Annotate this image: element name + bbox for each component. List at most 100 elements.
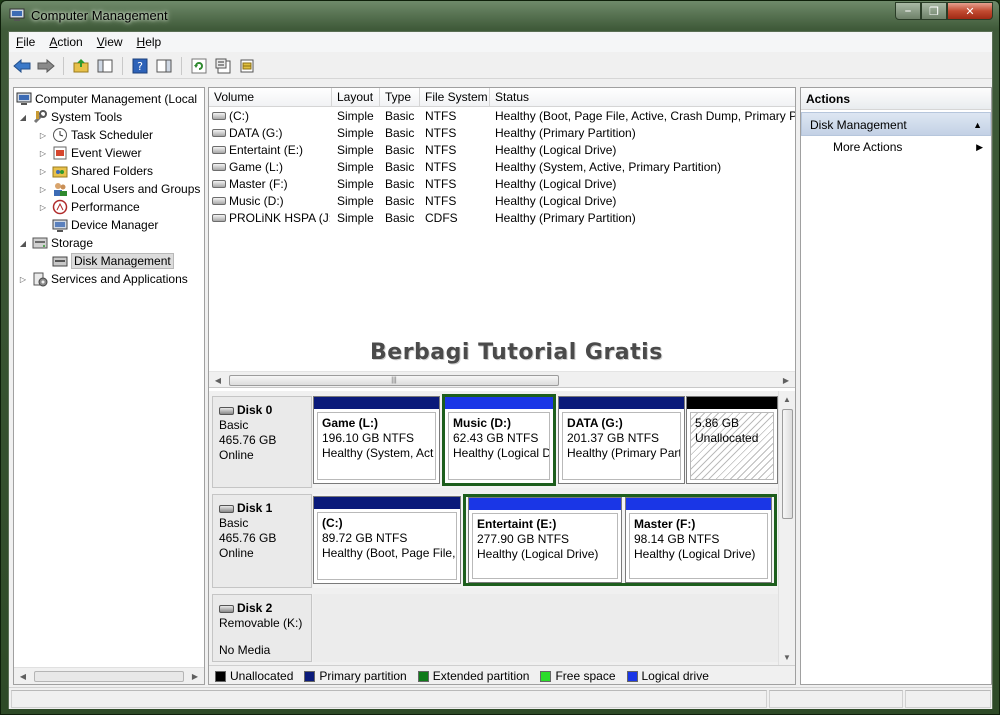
tree-item-device-manager[interactable]: Device Manager xyxy=(52,216,158,234)
table-row[interactable]: Entertaint (E:) Simple Basic NTFS Healthy (L… xyxy=(209,142,795,159)
back-button[interactable] xyxy=(12,56,32,76)
more-actions-item[interactable]: More Actions ▶ xyxy=(801,136,991,158)
tree-item-disk-management[interactable]: Disk Management xyxy=(52,252,174,270)
column-header-layout[interactable]: Layout xyxy=(332,88,380,107)
partition-size: 277.90 GB NTFS xyxy=(477,532,570,546)
scrollbar-thumb[interactable] xyxy=(782,409,793,519)
volume-horizontal-scrollbar[interactable]: ◀ ||| ▶ xyxy=(209,371,795,388)
partition-unallocated[interactable]: 5.86 GB Unallocated xyxy=(686,396,778,484)
show-hide-action-pane-button[interactable] xyxy=(154,56,174,76)
computer-management-icon xyxy=(9,8,25,21)
partition-master[interactable]: Master (F:) 98.14 GB NTFS Healthy (Logic… xyxy=(625,497,772,583)
partition-game[interactable]: Game (L:) 196.10 GB NTFS Healthy (System… xyxy=(313,396,440,484)
client-area: File Action View Help ? Computer Managem… xyxy=(8,31,993,709)
scroll-left-icon[interactable]: ◀ xyxy=(212,374,224,386)
expand-icon[interactable]: ▷ xyxy=(18,275,28,284)
table-row[interactable]: Music (D:) Simple Basic NTFS Healthy (Logica… xyxy=(209,193,795,210)
minimize-button[interactable]: ⎯ xyxy=(895,2,921,20)
table-row[interactable]: DATA (G:) Simple Basic NTFS Healthy (Primary… xyxy=(209,125,795,142)
tree-item-services[interactable]: ▷ Services and Applications xyxy=(18,270,188,288)
cell-layout: Simple xyxy=(337,159,381,176)
expand-icon[interactable]: ▷ xyxy=(38,149,48,158)
users-icon xyxy=(52,181,68,197)
menu-view[interactable]: View xyxy=(90,35,130,49)
scrollbar-thumb[interactable]: ||| xyxy=(229,375,559,386)
properties-button[interactable] xyxy=(213,56,233,76)
menu-help-rest: elp xyxy=(145,35,162,49)
expand-icon[interactable]: ▷ xyxy=(38,167,48,176)
disk-0-state: Online xyxy=(219,448,254,462)
removable-disk-icon xyxy=(219,604,234,613)
expand-icon[interactable]: ▷ xyxy=(38,185,48,194)
scroll-left-icon[interactable]: ◀ xyxy=(17,670,29,682)
maximize-button[interactable]: ❐ xyxy=(921,2,947,20)
forward-button[interactable] xyxy=(36,56,56,76)
menu-help[interactable]: Help xyxy=(130,35,169,49)
unallocated-bar xyxy=(687,397,777,409)
tree-item-root[interactable]: Computer Management (Local xyxy=(16,90,197,108)
close-button[interactable]: ✕ xyxy=(947,2,993,20)
console-tree-icon xyxy=(97,59,113,72)
tree-item-task-scheduler[interactable]: ▷ Task Scheduler xyxy=(38,126,153,144)
logical-drive-bar xyxy=(469,498,621,510)
column-header-type[interactable]: Type xyxy=(380,88,420,107)
cell-text: Music (D:) xyxy=(229,194,284,208)
disk-vertical-scrollbar[interactable]: ▲ ▼ xyxy=(778,391,795,665)
tree-item-system-tools[interactable]: ◢ System Tools xyxy=(18,108,122,126)
disk-0-label[interactable]: Disk 0 Basic 465.76 GB Online xyxy=(212,396,312,488)
computer-icon xyxy=(16,91,32,107)
export-list-button[interactable] xyxy=(237,56,257,76)
actions-section-disk-management[interactable]: Disk Management ▲ xyxy=(801,112,991,136)
expand-icon[interactable]: ▷ xyxy=(38,203,48,212)
scroll-up-icon[interactable]: ▲ xyxy=(781,393,793,405)
expand-icon[interactable]: ▷ xyxy=(38,131,48,140)
tree-horizontal-scrollbar[interactable]: ◀ ▶ xyxy=(14,667,204,684)
scroll-down-icon[interactable]: ▼ xyxy=(781,651,793,663)
disk-2-label[interactable]: Disk 2 Removable (K:) No Media xyxy=(212,594,312,662)
title-bar[interactable]: Computer Management ⎯ ❐ ✕ xyxy=(1,1,999,31)
table-row[interactable]: Master (F:) Simple Basic NTFS Healthy (Logic… xyxy=(209,176,795,193)
help-button[interactable]: ? xyxy=(130,56,150,76)
disk-1-state: Online xyxy=(219,546,254,560)
table-row[interactable]: PROLiNK HSPA (J:) Simple Basic CDFS Healthy … xyxy=(209,210,795,227)
menu-action[interactable]: Action xyxy=(42,35,89,49)
tree-item-event-viewer[interactable]: ▷ Event Viewer xyxy=(38,144,142,162)
cell-volume: Game (L:) xyxy=(212,159,330,176)
actions-pane: Actions Disk Management ▲ More Actions ▶ xyxy=(800,87,992,685)
extended-partition[interactable]: Entertaint (E:) 277.90 GB NTFS Healthy (… xyxy=(463,494,777,586)
cell-text: Healthy (Logical Drive) xyxy=(495,194,617,208)
status-cell xyxy=(905,690,991,708)
tree-item-local-users[interactable]: ▷ Local Users and Groups xyxy=(38,180,200,198)
scrollbar-thumb[interactable] xyxy=(34,671,184,682)
partition-entertaint[interactable]: Entertaint (E:) 277.90 GB NTFS Healthy (… xyxy=(468,497,622,583)
partition-status: Healthy (Boot, Page File, . xyxy=(322,546,457,560)
scroll-right-icon[interactable]: ▶ xyxy=(780,374,792,386)
collapse-icon[interactable]: ◢ xyxy=(18,113,28,122)
tree-item-shared-folders[interactable]: ▷ Shared Folders xyxy=(38,162,153,180)
disk-1-label[interactable]: Disk 1 Basic 465.76 GB Online xyxy=(212,494,312,588)
partition-music[interactable]: Music (D:) 62.43 GB NTFS Healthy (Logica… xyxy=(442,394,556,486)
column-header-volume[interactable]: Volume xyxy=(209,88,332,107)
column-header-filesystem[interactable]: File System xyxy=(420,88,490,107)
refresh-button[interactable] xyxy=(189,56,209,76)
up-one-level-button[interactable] xyxy=(71,56,91,76)
collapse-icon[interactable]: ◢ xyxy=(18,239,28,248)
tree-item-storage[interactable]: ◢ Storage xyxy=(18,234,93,252)
collapse-up-icon[interactable]: ▲ xyxy=(973,113,982,137)
column-header-status[interactable]: Status xyxy=(490,88,795,107)
tree-item-performance[interactable]: ▷ Performance xyxy=(38,198,140,216)
scroll-right-icon[interactable]: ▶ xyxy=(189,670,201,682)
table-row[interactable]: (C:) Simple Basic NTFS Healthy (Boot, Page F… xyxy=(209,108,795,125)
cell-fs: NTFS xyxy=(425,142,489,159)
partition-data[interactable]: DATA (G:) 201.37 GB NTFS Healthy (Primar… xyxy=(558,396,685,484)
cell-text: Game (L:) xyxy=(229,160,284,174)
partition-c[interactable]: (C:) 89.72 GB NTFS Healthy (Boot, Page F… xyxy=(313,496,461,584)
cell-text: Healthy (System, Active, Primary Partiti… xyxy=(495,160,722,174)
menu-file[interactable]: File xyxy=(9,35,42,49)
disk-0-name: Disk 0 xyxy=(237,403,273,417)
show-hide-console-tree-button[interactable] xyxy=(95,56,115,76)
table-row[interactable]: Game (L:) Simple Basic NTFS Healthy (System,… xyxy=(209,159,795,176)
cell-text: NTFS xyxy=(425,160,457,174)
menu-view-rest: iew xyxy=(104,35,123,49)
toolbar: ? xyxy=(9,53,992,79)
